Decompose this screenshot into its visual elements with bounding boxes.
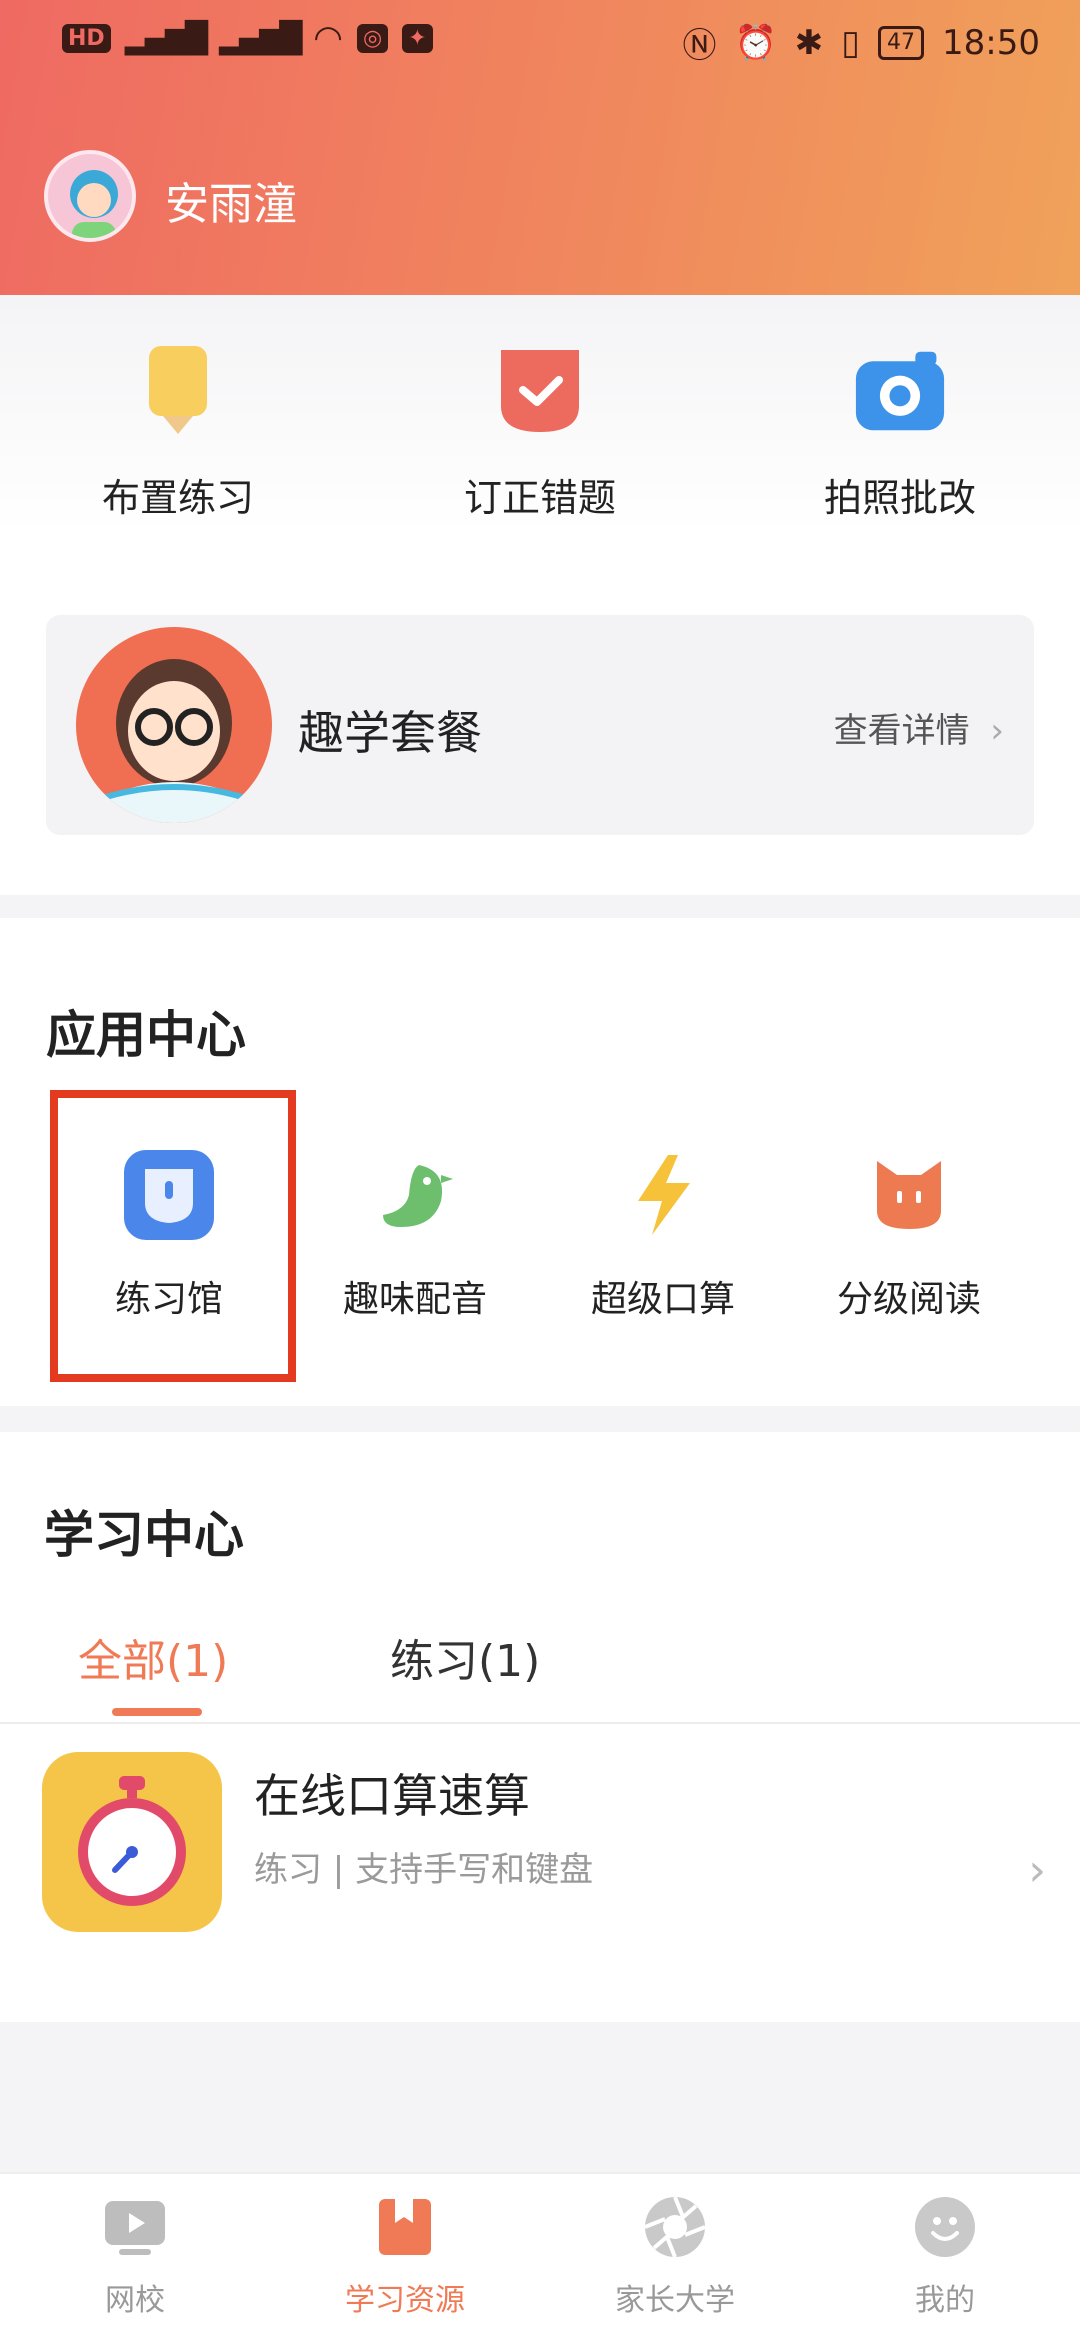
lightning-icon bbox=[618, 1150, 708, 1240]
camera-icon bbox=[854, 345, 946, 437]
chevron-right-icon: › bbox=[1028, 1845, 1046, 1896]
stopwatch-icon bbox=[42, 1752, 222, 1932]
app-label: 分级阅读 bbox=[836, 1279, 981, 1320]
status-bar: HD ▂▄▆█ ▂▄▆█ ◠ ◎ ✦ Ⓝ ⏰ ✱ ▯ 47 18:50 bbox=[0, 18, 1080, 78]
divider bbox=[0, 1722, 1080, 1724]
photo-grading-button[interactable]: 拍照批改 bbox=[800, 345, 1000, 522]
avatar[interactable] bbox=[44, 150, 136, 242]
nav-learning-resources[interactable]: 学习资源 bbox=[315, 2195, 495, 2319]
nav-online-school[interactable]: 网校 bbox=[45, 2195, 225, 2319]
tab-practice[interactable]: 练习(1) bbox=[390, 1625, 540, 1689]
app-graded-reading[interactable]: 分级阅读 bbox=[794, 1150, 1024, 1322]
nav-label: 家长大学 bbox=[615, 2283, 735, 2318]
alarm-icon: ⏰ bbox=[734, 22, 777, 63]
package-title: 趣学套餐 bbox=[298, 706, 482, 760]
learning-center-title: 学习中心 bbox=[44, 1506, 244, 1564]
bookmark-book-icon bbox=[373, 2195, 437, 2259]
app-center-title: 应用中心 bbox=[46, 1006, 246, 1064]
wifi-icon: ◠ bbox=[313, 18, 343, 58]
cat-icon bbox=[864, 1150, 954, 1240]
item-subtitle: 练习 | 支持手写和键盘 bbox=[254, 1850, 594, 1890]
header: HD ▂▄▆█ ▂▄▆█ ◠ ◎ ✦ Ⓝ ⏰ ✱ ▯ 47 18:50 安雨潼 bbox=[0, 0, 1080, 295]
view-details-link[interactable]: 查看详情 › bbox=[834, 703, 1004, 752]
user-name[interactable]: 安雨潼 bbox=[165, 168, 297, 232]
nav-parent-university[interactable]: 家长大学 bbox=[585, 2195, 765, 2319]
package-card[interactable]: 趣学套餐 查看详情 › bbox=[46, 615, 1034, 835]
clock-time: 18:50 bbox=[942, 22, 1040, 63]
item-title: 在线口算速算 bbox=[254, 1769, 530, 1823]
highlight-box bbox=[50, 1090, 296, 1382]
bank-app-icon: ◎ bbox=[356, 23, 389, 53]
nfc-icon: Ⓝ bbox=[682, 26, 717, 66]
aperture-icon bbox=[643, 2195, 707, 2259]
correct-mistakes-button[interactable]: 订正错题 bbox=[440, 345, 640, 522]
bird-icon bbox=[370, 1150, 460, 1240]
nav-mine[interactable]: 我的 bbox=[855, 2195, 1035, 2319]
smiley-icon bbox=[913, 2195, 977, 2259]
video-play-icon bbox=[103, 2195, 167, 2259]
check-shield-icon bbox=[494, 345, 586, 437]
signal-icon-1: ▂▄▆█ bbox=[124, 20, 208, 56]
nav-label: 网校 bbox=[105, 2283, 165, 2318]
app-notification-icon: ✦ bbox=[402, 23, 433, 53]
app-super-calc[interactable]: 超级口算 bbox=[548, 1150, 778, 1322]
app-fun-dubbing[interactable]: 趣味配音 bbox=[300, 1150, 530, 1322]
nav-label: 我的 bbox=[915, 2283, 975, 2318]
app-label: 趣味配音 bbox=[342, 1279, 487, 1320]
battery-icon: 47 bbox=[878, 25, 925, 60]
app-label: 超级口算 bbox=[590, 1279, 735, 1320]
nav-label: 学习资源 bbox=[345, 2283, 465, 2318]
quick-action-label: 拍照批改 bbox=[823, 476, 976, 520]
active-tab-indicator bbox=[112, 1708, 202, 1716]
vibrate-icon: ▯ bbox=[841, 22, 861, 63]
view-details-label: 查看详情 bbox=[833, 711, 970, 751]
pencil-icon bbox=[132, 345, 224, 437]
bluetooth-icon: ✱ bbox=[794, 22, 824, 63]
quick-action-label: 订正错题 bbox=[463, 476, 616, 520]
assign-practice-button[interactable]: 布置练习 bbox=[78, 345, 278, 522]
signal-icon-2: ▂▄▆█ bbox=[218, 20, 302, 56]
tab-all[interactable]: 全部(1) bbox=[78, 1625, 228, 1689]
hd-badge: HD bbox=[62, 23, 111, 53]
quick-action-label: 布置练习 bbox=[101, 476, 254, 520]
chevron-right-icon: › bbox=[990, 711, 1004, 751]
package-illustration bbox=[76, 627, 272, 823]
